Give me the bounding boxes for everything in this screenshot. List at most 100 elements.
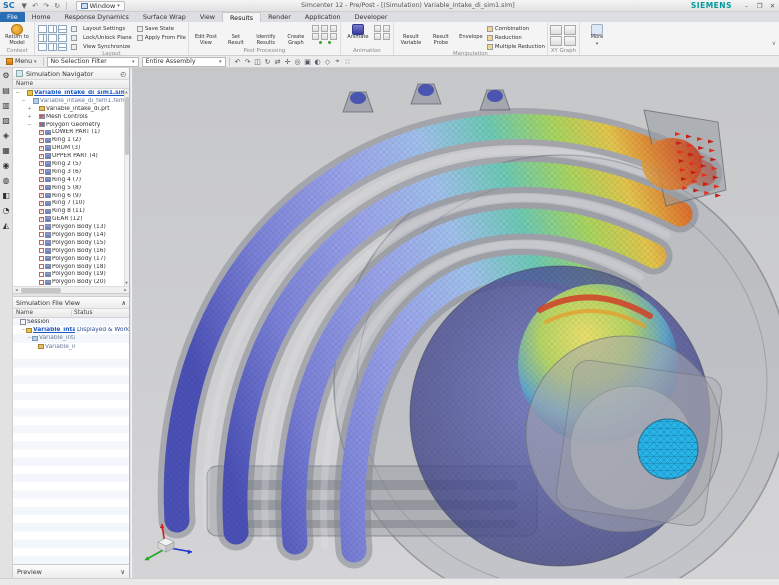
tree-expand-toggle[interactable] (27, 114, 32, 120)
post-processing-button[interactable]: Set Result (221, 23, 251, 46)
resource-bar-icon[interactable]: ◉ (1, 160, 12, 171)
redo-icon[interactable]: ↷ (41, 1, 52, 11)
tree-row[interactable]: Polygon Geometry (13, 121, 129, 129)
file-view-row[interactable]: Variable_intake_di_... Displayed & Work (13, 326, 129, 334)
tree-checkbox[interactable] (39, 256, 44, 261)
manipulation-button[interactable]: Result Probe (426, 23, 456, 46)
manipulation-button[interactable]: Envelope (456, 23, 486, 46)
tree-checkbox[interactable] (39, 169, 44, 174)
resource-bar-icon[interactable]: ◭ (1, 220, 12, 231)
toolbar-icon[interactable]: ▣ (303, 57, 313, 67)
save-icon[interactable]: ▼ (19, 1, 30, 11)
tree-row[interactable]: Polygon Body (13) (13, 223, 129, 231)
tree-row[interactable]: Variable_intake_di_sim1.sim (13, 89, 129, 97)
resource-bar-icon[interactable]: ▧ (1, 115, 12, 126)
ribbon-tab[interactable]: Response Dynamics (58, 12, 136, 22)
resource-bar-icon[interactable]: ◧ (1, 190, 12, 201)
tree-checkbox[interactable] (39, 225, 44, 230)
toolbar-icon[interactable]: ⇄ (273, 57, 283, 67)
menu-button[interactable]: Menu ▾ (3, 57, 40, 67)
tree-row[interactable]: Ring 4 (7) (13, 176, 129, 184)
tree-checkbox[interactable] (39, 248, 44, 253)
file-view-row[interactable]: Session (13, 318, 129, 326)
toolbar-icon[interactable]: ◇ (323, 57, 333, 67)
tree-checkbox[interactable] (39, 217, 44, 222)
tree-checkbox[interactable] (39, 201, 44, 206)
tree-row[interactable]: Polygon Body (17) (13, 255, 129, 263)
scroll-up-arrow[interactable]: ▲ (124, 89, 129, 95)
navigator-vertical-scrollbar[interactable]: ▲ ▼ (124, 89, 129, 286)
post-mini-icons[interactable] (312, 25, 338, 40)
navigator-column-header[interactable]: Name (13, 80, 129, 89)
layout-option[interactable]: View Synchronize (71, 43, 132, 51)
post-processing-button[interactable]: Create Graph (281, 23, 311, 46)
navigator-horizontal-scrollbar[interactable]: ◀ ▶ (13, 286, 129, 293)
tree-expand-toggle[interactable] (15, 90, 20, 96)
repeat-command-icon[interactable]: ↻ (52, 1, 63, 11)
scrollbar-thumb[interactable] (125, 97, 129, 155)
tree-checkbox[interactable] (39, 177, 44, 182)
restore-button[interactable]: ❐ (753, 1, 766, 11)
animation-controls[interactable] (374, 25, 391, 40)
scrollbar-thumb[interactable] (21, 288, 61, 293)
toolbar-icon[interactable]: ↻ (263, 57, 273, 67)
manipulation-menu-item[interactable]: Reduction (487, 34, 545, 42)
tree-checkbox[interactable] (39, 193, 44, 198)
tree-row[interactable]: Ring 1 (2) (13, 136, 129, 144)
toolbar-icon[interactable]: ◫ (253, 57, 263, 67)
layout-option[interactable]: Lock/Unlock Plane (71, 34, 132, 42)
close-button[interactable]: ✕ (766, 1, 779, 11)
viewport-3d[interactable] (131, 68, 779, 578)
ribbon-tab[interactable]: Render (261, 12, 298, 22)
resource-bar-icon[interactable]: ▥ (1, 100, 12, 111)
manipulation-menu-item[interactable]: Combination (487, 25, 545, 33)
ribbon-tab[interactable]: Developer (348, 12, 395, 22)
tree-checkbox[interactable] (39, 209, 44, 214)
window-menu-button[interactable]: Window ▾ (76, 1, 125, 11)
minimize-button[interactable]: – (740, 1, 753, 11)
more-button[interactable]: More ▾ (582, 23, 612, 47)
selection-scope-dropdown[interactable]: Entire Assembly ▾ (142, 57, 226, 67)
tree-checkbox[interactable] (39, 185, 44, 190)
tree-row[interactable]: DRUM (3) (13, 144, 129, 152)
preview-section-header[interactable]: Preview ∨ (13, 564, 129, 578)
tree-checkbox[interactable] (39, 130, 44, 135)
file-view-row[interactable]: Variable_int... (13, 343, 129, 351)
tree-row[interactable]: Polygon Body (18) (13, 263, 129, 271)
toolbar-icon[interactable]: ∷ (343, 57, 353, 67)
animate-button[interactable]: Animate (343, 23, 373, 41)
tree-row[interactable]: Ring 2 (5) (13, 160, 129, 168)
tree-checkbox[interactable] (39, 272, 44, 277)
manipulation-button[interactable]: Result Variable (396, 23, 426, 46)
layout-state-option[interactable]: Save State (137, 25, 186, 33)
resource-bar-icon[interactable]: ◔ (1, 205, 12, 216)
tree-row[interactable]: Polygon Body (20) (13, 278, 129, 286)
tree-row[interactable]: UPPER PART (4) (13, 152, 129, 160)
undo-icon[interactable]: ↶ (30, 1, 41, 11)
ribbon-tab[interactable]: Surface Wrap (136, 12, 193, 22)
layout-state-option[interactable]: Apply From File (137, 34, 186, 42)
tree-row[interactable]: Mesh Controls (13, 113, 129, 121)
layout-presets[interactable] (38, 25, 67, 51)
tree-row[interactable]: LOWER PART (1) (13, 128, 129, 136)
tree-row[interactable]: Ring 3 (6) (13, 168, 129, 176)
navigator-options-icon[interactable]: ◴ (120, 70, 126, 78)
tree-checkbox[interactable] (39, 146, 44, 151)
ribbon-tab[interactable]: Application (298, 12, 348, 22)
tree-checkbox[interactable] (39, 138, 44, 143)
file-view-column-header[interactable]: Name Status (13, 309, 129, 318)
tree-row[interactable]: Variable_intake_di_fem1.fem (13, 97, 129, 105)
tree-checkbox[interactable] (39, 264, 44, 269)
resource-bar-icon[interactable]: ◍ (1, 175, 12, 186)
tree-row[interactable]: Polygon Body (16) (13, 247, 129, 255)
tree-row[interactable]: Variable_intake_di.prt (13, 105, 129, 113)
selection-filter-dropdown[interactable]: No Selection Filter ▾ (47, 57, 139, 67)
tree-expand-toggle[interactable] (27, 106, 32, 112)
resource-bar-icon[interactable]: ⚙ (1, 70, 12, 81)
collapse-icon[interactable]: ∧ (121, 299, 126, 307)
toolbar-icon[interactable]: ↷ (243, 57, 253, 67)
post-processing-button[interactable]: Identify Results (251, 23, 281, 46)
tree-expand-toggle[interactable] (21, 98, 26, 104)
ribbon-options-arrow[interactable]: ∨ (772, 40, 776, 47)
tree-row[interactable]: Ring 6 (9) (13, 192, 129, 200)
